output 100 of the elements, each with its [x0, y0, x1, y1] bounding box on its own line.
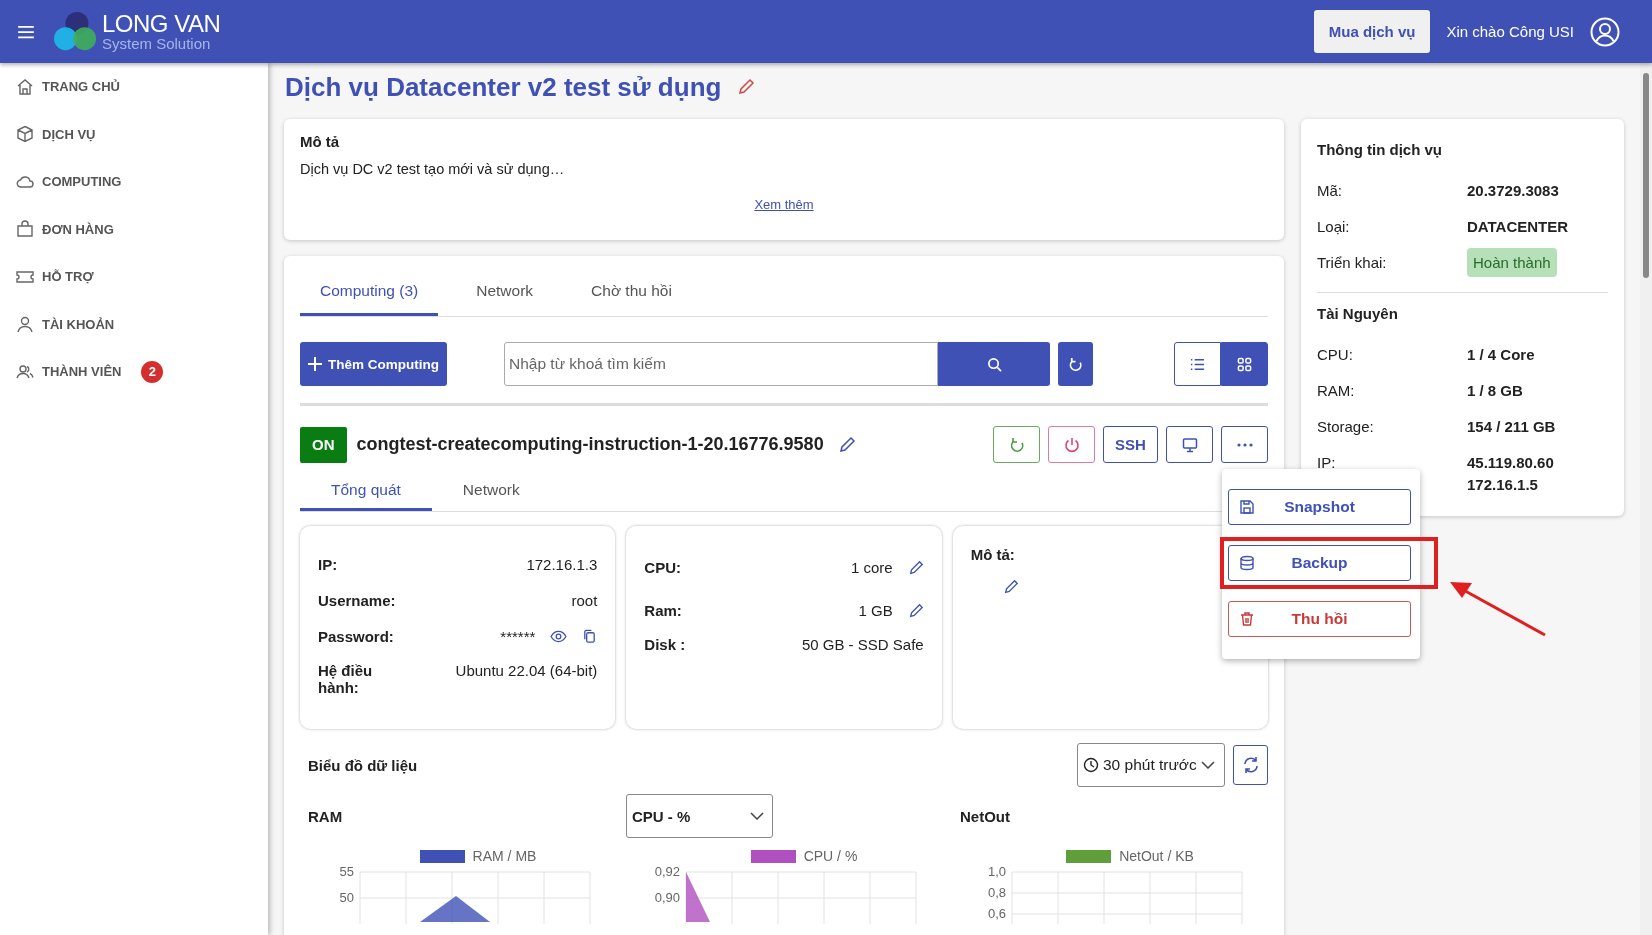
bag-icon	[16, 220, 34, 239]
scrollbar[interactable]	[1640, 63, 1652, 935]
more-button[interactable]	[1221, 426, 1268, 463]
floppy-icon	[1239, 499, 1255, 515]
axis-tick-label: 0,92	[654, 864, 680, 879]
see-more-link[interactable]: Xem thêm	[754, 197, 814, 212]
axis-tick-label: 50	[339, 890, 354, 905]
field-label: CPU:	[644, 559, 682, 576]
field-value: Ubuntu 22.04 (64-bit)	[454, 662, 598, 679]
field-label: Disk :	[644, 636, 687, 653]
trash-icon	[1239, 611, 1255, 627]
sidebar-item[interactable]: COMPUTING	[0, 158, 268, 206]
plus-icon	[308, 357, 322, 371]
edit-icon[interactable]	[837, 435, 856, 454]
field-value: 172.16.1.3	[525, 555, 598, 573]
field-label: Hệ điều hành:	[318, 662, 374, 696]
info-value: 172.16.1.5	[1467, 475, 1538, 493]
power-icon	[1063, 436, 1080, 453]
search-field[interactable]: Nhập từ khoá tìm kiếm	[504, 342, 938, 386]
delete-menu-item[interactable]: Thu hồi	[1228, 601, 1411, 637]
info-value: 45.119.80.60	[1467, 453, 1554, 471]
sync-icon	[1241, 756, 1260, 774]
ssh-button[interactable]: SSH	[1103, 426, 1158, 463]
info-label: IP:	[1317, 453, 1336, 471]
info-label: Mã:	[1317, 181, 1343, 199]
chevron-down-icon	[1200, 761, 1215, 769]
resources-heading: Tài Nguyên	[1317, 305, 1399, 322]
save-menu-item[interactable]: Snapshot	[1228, 489, 1411, 525]
chevron-down-icon	[750, 812, 764, 820]
status-badge: ON	[300, 426, 347, 463]
sidebar-item[interactable]: TRANG CHỦ	[0, 63, 268, 111]
legend-label: NetOut / KB	[1119, 848, 1194, 864]
info-value: 1 / 8 GB	[1467, 381, 1523, 399]
field-label: Password:	[318, 627, 395, 645]
section-title: Biểu đồ dữ liệu	[307, 756, 418, 774]
search-icon	[986, 356, 1002, 372]
tab[interactable]: Chờ thu hồi	[571, 268, 692, 316]
database-menu-item[interactable]: Backup	[1228, 545, 1411, 581]
info-label: CPU:	[1317, 345, 1353, 363]
refresh-button[interactable]	[1233, 745, 1268, 785]
sidebar-item[interactable]: DỊCH VỤ	[0, 110, 268, 158]
console-button[interactable]	[1166, 426, 1213, 463]
axis-tick-label: 1,0	[987, 864, 1006, 879]
user-avatar-icon[interactable]	[1590, 16, 1620, 47]
field-value: 50 GB - SSD Safe	[800, 636, 924, 653]
description-text: Dịch vụ DC v2 test tạo mới và sử dụng…	[300, 161, 566, 177]
legend-label: RAM / MB	[472, 848, 537, 864]
power-button[interactable]	[1048, 426, 1095, 463]
info-value: 154 / 211 GB	[1467, 417, 1556, 435]
refresh-icon	[1008, 436, 1025, 453]
axis-tick-label: 0,8	[987, 885, 1006, 900]
field-value: 1 core	[849, 559, 893, 576]
list-view-button[interactable]	[1174, 342, 1221, 386]
edit-icon[interactable]	[907, 602, 924, 619]
axis-tick-label: 55	[339, 864, 354, 879]
tab[interactable]: Network	[456, 268, 554, 316]
add-computing-button[interactable]: Thêm Computing	[300, 342, 447, 386]
computing-name: congtest-createcomputing-instruction-1-20.16776.9580	[356, 434, 824, 455]
sidebar-item[interactable]: HỖ TRỢ	[0, 253, 268, 301]
copy-icon[interactable]	[582, 628, 598, 644]
list-icon	[1190, 356, 1205, 372]
grid-icon	[1237, 356, 1252, 372]
info-value: DATACENTER	[1467, 217, 1569, 235]
monitor-icon	[1181, 436, 1198, 453]
metric-select[interactable]: CPU - %	[626, 794, 773, 838]
axis-tick-label: 0,90	[654, 890, 680, 905]
info-heading: Thông tin dịch vụ	[1317, 141, 1443, 158]
reload-button[interactable]	[1058, 342, 1093, 386]
description-heading: Mô tả	[300, 133, 341, 150]
menu-icon[interactable]	[17, 24, 35, 39]
database-icon	[1239, 555, 1255, 571]
user-icon	[16, 315, 34, 334]
info-value: 1 / 4 Core	[1467, 345, 1535, 363]
eye-icon[interactable]	[550, 629, 568, 643]
sidebar-item[interactable]: ĐƠN HÀNG	[0, 205, 268, 253]
time-range-select[interactable]: 30 phút trước	[1077, 743, 1225, 787]
home-icon	[16, 77, 34, 96]
sidebar-item[interactable]: TÀI KHOẢN	[0, 300, 268, 348]
refresh-icon	[1068, 356, 1083, 372]
tab[interactable]: Network	[431, 471, 551, 511]
info-label: Loại:	[1317, 217, 1351, 235]
info-value: 20.3729.3083	[1467, 181, 1559, 199]
count-badge: 2	[141, 360, 164, 383]
info-label: Storage:	[1317, 417, 1374, 435]
clock-icon	[1083, 757, 1099, 773]
buy-service-button[interactable]: Mua dịch vụ	[1313, 10, 1431, 53]
edit-icon[interactable]	[1002, 579, 1019, 595]
edit-icon[interactable]	[737, 78, 756, 96]
chart-heading: NetOut	[959, 807, 1010, 825]
restart-button[interactable]	[993, 426, 1040, 463]
field-value: ******	[499, 627, 536, 645]
field-value: root	[570, 591, 598, 609]
tab[interactable]: Computing (3)	[300, 268, 439, 316]
edit-icon[interactable]	[907, 559, 924, 576]
tab[interactable]: Tổng quát	[300, 471, 432, 511]
sidebar-item[interactable]: THÀNH VIÊN 2	[0, 348, 268, 396]
field-label: Username:	[318, 591, 397, 609]
more-icon	[1236, 442, 1253, 447]
grid-view-button[interactable]	[1221, 342, 1268, 386]
page-title: Dịch vụ Datacenter v2 test sử dụng	[285, 71, 722, 103]
